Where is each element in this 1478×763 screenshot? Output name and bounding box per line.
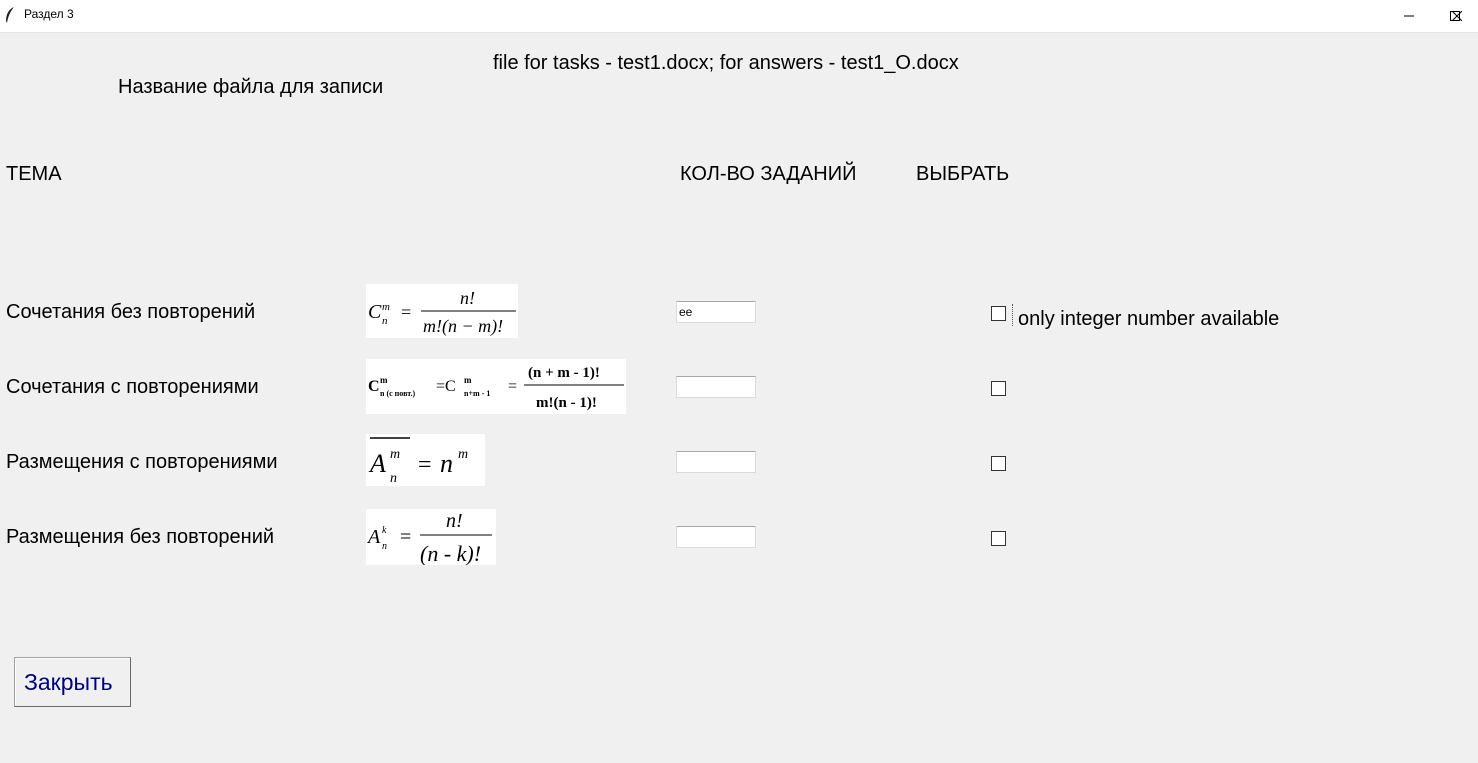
column-header-count: КОЛ-ВО ЗАДАНИЙ	[680, 163, 857, 185]
svg-text:A: A	[366, 526, 381, 548]
svg-text:=: =	[508, 378, 517, 395]
topic-label: Сочетания без повторений	[6, 301, 256, 323]
minimize-icon	[1404, 15, 1414, 17]
focus-indicator	[1012, 304, 1013, 326]
svg-text:n: n	[382, 315, 388, 327]
title-bar: Раздел 3	[0, 0, 1478, 33]
formula-arrangements-repetition-image: A m n = n m	[366, 434, 485, 486]
file-info-label: file for tasks - test1.docx; for answers…	[493, 52, 959, 74]
select-checkbox[interactable]	[991, 381, 1006, 396]
select-checkbox[interactable]	[991, 306, 1006, 321]
svg-text:C: C	[368, 301, 382, 323]
formula-arrangements-image: A k n = n! (n - k)!	[366, 509, 496, 565]
svg-text:=: =	[401, 302, 411, 322]
close-button[interactable]: Закрыть	[14, 657, 131, 707]
formula-combinations-image: C m n = n! m!(n − m)!	[366, 284, 518, 338]
svg-text:=: =	[418, 452, 432, 478]
svg-text:(n + m - 1)!: (n + m - 1)!	[528, 365, 600, 381]
column-header-select: ВЫБРАТЬ	[916, 163, 1010, 185]
task-count-input[interactable]	[676, 526, 756, 548]
select-checkbox[interactable]	[991, 456, 1006, 471]
svg-text:m!(n - 1)!: m!(n - 1)!	[536, 395, 597, 411]
filename-label: Название файла для записи	[118, 76, 384, 98]
svg-text:m: m	[390, 447, 400, 462]
svg-text:n (с повт.): n (с повт.)	[380, 389, 416, 398]
topic-label: Размещения без повторений	[6, 526, 275, 548]
svg-text:m: m	[464, 375, 472, 385]
topic-label: Сочетания с повторениями	[6, 376, 259, 398]
formula-combinations-repetition-image: C m n (с повт.) =C m n+m - 1 = (n + m - …	[366, 359, 626, 414]
feather-icon	[6, 7, 14, 23]
task-count-input[interactable]	[676, 376, 756, 398]
svg-text:=: =	[400, 526, 411, 548]
column-header-topic: ТЕМА	[6, 163, 62, 185]
svg-text:n: n	[440, 449, 453, 478]
task-count-input[interactable]	[676, 301, 756, 323]
svg-text:m: m	[458, 447, 468, 462]
validation-message: only integer number available	[1018, 308, 1280, 330]
svg-text:n!: n!	[446, 510, 463, 532]
close-icon	[1452, 11, 1462, 21]
select-checkbox[interactable]	[991, 531, 1006, 546]
svg-text:m: m	[380, 375, 388, 385]
window-close-button[interactable]	[1432, 0, 1478, 32]
svg-text:=C: =C	[436, 378, 456, 395]
svg-text:A: A	[368, 449, 386, 478]
svg-text:n!: n!	[460, 288, 475, 308]
window-title: Раздел 3	[24, 7, 74, 21]
minimize-button[interactable]	[1386, 0, 1432, 32]
svg-text:k: k	[382, 525, 387, 536]
topic-label: Размещения с повторениями	[6, 451, 278, 473]
task-count-input[interactable]	[676, 451, 756, 473]
svg-text:C: C	[368, 378, 380, 395]
svg-text:(n - k)!: (n - k)!	[420, 541, 481, 565]
svg-text:m: m	[382, 301, 390, 313]
svg-text:n+m - 1: n+m - 1	[464, 389, 490, 398]
svg-text:m!(n − m)!: m!(n − m)!	[423, 316, 503, 337]
svg-text:n: n	[382, 541, 387, 552]
svg-text:n: n	[390, 471, 397, 486]
